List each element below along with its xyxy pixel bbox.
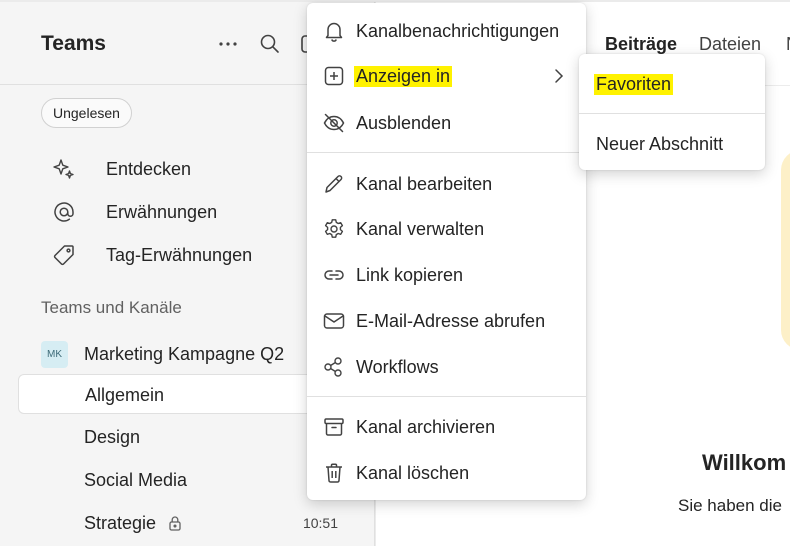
search-icon[interactable] bbox=[258, 32, 282, 56]
workflow-icon bbox=[322, 355, 346, 379]
welcome-illustration bbox=[781, 150, 790, 350]
eye-off-icon bbox=[322, 111, 346, 135]
tag-icon bbox=[52, 243, 76, 267]
sidebar-title: Teams bbox=[41, 32, 106, 55]
channel-item-strategie[interactable]: Strategie 10:51 bbox=[18, 503, 358, 543]
menu-item-label: Anzeigen in bbox=[354, 66, 453, 87]
nav-item-label: Tag-Erwähnungen bbox=[106, 245, 253, 265]
nav-item-tag-mentions[interactable]: Tag-Erwähnungen bbox=[52, 240, 312, 270]
channel-name: Design bbox=[84, 427, 141, 447]
team-item[interactable]: MK Marketing Kampagne Q2 bbox=[41, 340, 321, 370]
submenu-item-favorites[interactable]: Favoriten bbox=[579, 64, 765, 104]
channel-name: Strategie bbox=[84, 513, 157, 533]
add-square-icon bbox=[322, 64, 346, 88]
menu-item-label: Ausblenden bbox=[356, 113, 452, 133]
unread-filter-chip[interactable]: Ungelesen bbox=[41, 98, 132, 128]
welcome-subtitle: Sie haben die bbox=[678, 496, 782, 515]
chevron-right-icon bbox=[552, 67, 566, 85]
menu-divider bbox=[307, 152, 586, 153]
menu-item-get-email[interactable]: E-Mail-Adresse abrufen bbox=[307, 301, 586, 341]
bell-icon bbox=[322, 19, 346, 43]
sparkle-icon bbox=[52, 157, 76, 181]
nav-item-label: Erwähnungen bbox=[106, 202, 218, 222]
gear-icon bbox=[322, 217, 346, 241]
submenu-item-label: Neuer Abschnitt bbox=[596, 134, 724, 154]
channel-name: Social Media bbox=[84, 470, 188, 490]
channel-context-menu: Kanalbenachrichtigungen Anzeigen in Ausb… bbox=[307, 3, 586, 500]
menu-item-label: Kanal archivieren bbox=[356, 417, 496, 437]
welcome-title: Willkom bbox=[702, 450, 787, 475]
channel-name: Allgemein bbox=[85, 385, 165, 405]
more-options-icon[interactable] bbox=[216, 32, 240, 56]
nav-item-discover[interactable]: Entdecken bbox=[52, 154, 312, 184]
menu-item-show-in[interactable]: Anzeigen in bbox=[307, 56, 586, 96]
menu-divider bbox=[307, 396, 586, 397]
menu-item-delete-channel[interactable]: Kanal löschen bbox=[307, 453, 586, 493]
tab-more[interactable]: N bbox=[786, 34, 790, 55]
at-icon bbox=[52, 200, 76, 224]
submenu-item-new-section[interactable]: Neuer Abschnitt bbox=[579, 124, 765, 164]
menu-item-label: Kanal verwalten bbox=[356, 219, 485, 239]
archive-icon bbox=[322, 415, 346, 439]
submenu-item-label: Favoriten bbox=[594, 74, 674, 95]
menu-item-notifications[interactable]: Kanalbenachrichtigungen bbox=[307, 11, 586, 51]
menu-item-copy-link[interactable]: Link kopieren bbox=[307, 255, 586, 295]
menu-item-edit-channel[interactable]: Kanal bearbeiten bbox=[307, 164, 586, 204]
team-name: Marketing Kampagne Q2 bbox=[84, 344, 285, 364]
lock-icon bbox=[168, 515, 182, 531]
nav-item-mentions[interactable]: Erwähnungen bbox=[52, 197, 312, 227]
nav-item-label: Entdecken bbox=[106, 159, 192, 179]
menu-item-label: Kanal löschen bbox=[356, 463, 470, 483]
show-in-submenu: Favoriten Neuer Abschnitt bbox=[579, 54, 765, 170]
menu-item-label: Kanalbenachrichtigungen bbox=[356, 21, 560, 41]
trash-icon bbox=[322, 461, 346, 485]
menu-item-label: Link kopieren bbox=[356, 265, 464, 285]
menu-item-manage-channel[interactable]: Kanal verwalten bbox=[307, 209, 586, 249]
menu-item-workflows[interactable]: Workflows bbox=[307, 347, 586, 387]
menu-item-archive-channel[interactable]: Kanal archivieren bbox=[307, 407, 586, 447]
menu-item-hide[interactable]: Ausblenden bbox=[307, 103, 586, 143]
tab-files[interactable]: Dateien bbox=[699, 34, 761, 55]
menu-item-label: Kanal bearbeiten bbox=[356, 174, 493, 194]
link-icon bbox=[322, 263, 346, 287]
mail-icon bbox=[322, 309, 346, 333]
pencil-icon bbox=[322, 172, 346, 196]
tab-posts[interactable]: Beiträge bbox=[605, 34, 677, 55]
teams-and-channels-heading: Teams und Kanäle bbox=[41, 298, 182, 317]
menu-item-label: E-Mail-Adresse abrufen bbox=[356, 311, 546, 331]
menu-item-label: Workflows bbox=[356, 357, 439, 377]
submenu-divider bbox=[579, 113, 765, 114]
channel-timestamp: 10:51 bbox=[302, 515, 338, 531]
team-avatar: MK bbox=[41, 341, 68, 368]
